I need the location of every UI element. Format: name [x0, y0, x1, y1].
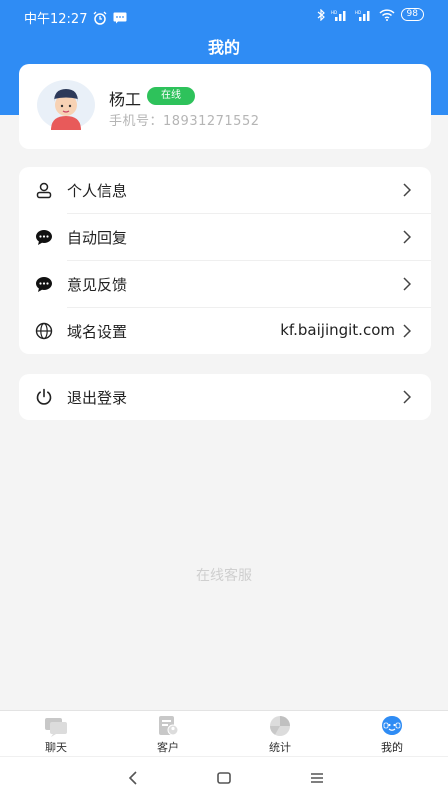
tab-me[interactable]: 我的 [336, 711, 448, 756]
chat-bubble-icon [36, 277, 52, 292]
logout-button[interactable]: 退出登录 [19, 374, 431, 420]
tab-customers[interactable]: 客户 [112, 711, 224, 756]
signal-icon: HD [331, 10, 346, 21]
menu-item-feedback[interactable]: 意见反馈 [19, 261, 431, 307]
tab-label: 统计 [269, 741, 291, 754]
domain-value: kf.baijingit.com [280, 321, 395, 339]
svg-text:HD: HD [331, 10, 337, 15]
logout-label: 退出登录 [67, 389, 128, 407]
power-icon [36, 388, 52, 405]
system-nav-bar [0, 756, 448, 798]
customer-tab-icon [159, 716, 179, 736]
menu-item-label: 个人信息 [67, 182, 128, 200]
menu-item-label: 域名设置 [67, 323, 128, 341]
tab-label: 我的 [381, 741, 403, 754]
svg-text:HD: HD [355, 10, 361, 15]
profile-card[interactable]: 杨工 在线 手机号：18931271552 [19, 64, 431, 149]
bluetooth-icon [317, 8, 325, 21]
stats-tab-icon [269, 716, 290, 736]
chat-bubble-icon [36, 230, 52, 245]
menu-item-label: 自动回复 [67, 229, 128, 247]
chat-tab-icon [45, 718, 67, 737]
wifi-icon [379, 8, 395, 21]
chevron-right-icon [403, 277, 411, 291]
tab-label: 客户 [157, 741, 179, 754]
back-icon[interactable] [121, 767, 145, 789]
page-title: 我的 [207, 38, 240, 57]
watermark-text: 在线客服 [196, 568, 252, 584]
menu-item-label: 意见反馈 [67, 276, 128, 294]
avatar [37, 80, 95, 130]
menu-item-personal-info[interactable]: 个人信息 [19, 167, 431, 213]
chevron-right-icon [403, 324, 411, 338]
chevron-right-icon [403, 390, 411, 404]
tab-label: 聊天 [45, 741, 67, 754]
chevron-right-icon [403, 230, 411, 244]
person-icon [36, 182, 52, 199]
alarm-icon [94, 11, 107, 25]
chevron-right-icon [403, 183, 411, 197]
home-icon[interactable] [212, 767, 236, 789]
bottom-tab-bar: 聊天 客户 统计 我的 [0, 710, 448, 756]
battery-indicator: 98 [400, 8, 424, 21]
status-badge: 在线 [147, 87, 195, 105]
globe-icon [35, 322, 53, 340]
user-name: 杨工 [109, 90, 142, 109]
phone-value: 18931271552 [163, 114, 260, 129]
phone-number: 手机号：18931271552 [109, 110, 260, 129]
settings-menu: 个人信息 自动回复 意见反馈 域名设置 kf.baijingit.com [19, 167, 431, 354]
tab-chat[interactable]: 聊天 [0, 711, 112, 756]
menu-item-auto-reply[interactable]: 自动回复 [19, 214, 431, 260]
phone-label: 手机号： [109, 114, 164, 129]
me-tab-icon [382, 716, 402, 735]
message-icon [113, 12, 127, 23]
status-bar: 中午12:27 HD HD 98 [0, 0, 448, 32]
signal-icon-2: HD [355, 10, 370, 21]
menu-icon[interactable] [305, 767, 329, 789]
logout-card: 退出登录 [19, 374, 431, 420]
tab-statistics[interactable]: 统计 [224, 711, 336, 756]
menu-item-domain-settings[interactable]: 域名设置 kf.baijingit.com [19, 308, 431, 354]
status-time: 中午12:27 [24, 12, 88, 27]
